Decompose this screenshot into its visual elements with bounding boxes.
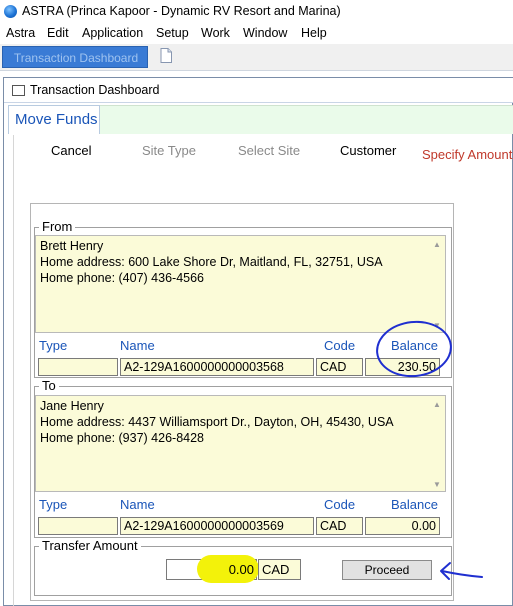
cancel-step-button[interactable]: Cancel bbox=[51, 143, 91, 158]
tab-transaction-dashboard[interactable]: Transaction Dashboard bbox=[2, 46, 148, 68]
step-select-site[interactable]: Select Site bbox=[238, 143, 300, 158]
to-legend: To bbox=[39, 378, 59, 393]
menu-setup[interactable]: Setup bbox=[156, 26, 189, 40]
to-balance-field[interactable]: 0.00 bbox=[365, 517, 440, 535]
app-title: ASTRA (Princa Kapoor - Dynamic RV Resort… bbox=[22, 4, 341, 18]
menu-edit[interactable]: Edit bbox=[47, 26, 69, 40]
document-tab-strip: Transaction Dashboard bbox=[0, 44, 513, 71]
transfer-amount-legend: Transfer Amount bbox=[39, 538, 141, 553]
scroll-up-arrow-icon[interactable]: ▲ bbox=[433, 400, 441, 409]
menu-astra[interactable]: Astra bbox=[6, 26, 35, 40]
panel-border bbox=[13, 135, 14, 606]
from-legend: From bbox=[39, 219, 76, 234]
window-title: Transaction Dashboard bbox=[30, 83, 160, 97]
scroll-up-arrow-icon[interactable]: ▲ bbox=[433, 240, 441, 249]
from-type-field[interactable] bbox=[38, 358, 118, 376]
to-customer-address: Home address: 4437 Williamsport Dr., Day… bbox=[40, 415, 394, 429]
tab-label: Transaction Dashboard bbox=[13, 51, 139, 65]
menu-window[interactable]: Window bbox=[243, 26, 287, 40]
to-code-field[interactable]: CAD bbox=[316, 517, 363, 535]
app-title-bar: ASTRA (Princa Kapoor - Dynamic RV Resort… bbox=[0, 0, 513, 24]
from-account-name-field[interactable]: A2-129A1600000000003568 bbox=[120, 358, 314, 376]
transfer-amount-value: 0.00 bbox=[228, 562, 254, 577]
to-customer-details: Jane Henry Home address: 4437 Williamspo… bbox=[35, 395, 446, 492]
scroll-down-arrow-icon[interactable]: ▼ bbox=[433, 480, 441, 489]
to-name-header: Name bbox=[120, 497, 155, 512]
menu-bar: Astra Edit Application Setup Work Window… bbox=[0, 24, 513, 44]
menu-help[interactable]: Help bbox=[301, 26, 327, 40]
to-balance-header: Balance bbox=[391, 497, 438, 512]
from-customer-name: Brett Henry bbox=[40, 239, 104, 253]
step-specify-amount[interactable]: Specify Amount bbox=[422, 147, 512, 162]
from-type-header: Type bbox=[39, 338, 68, 353]
section-title: Move Funds bbox=[15, 111, 98, 128]
menu-work[interactable]: Work bbox=[201, 26, 230, 40]
from-name-header: Name bbox=[120, 338, 155, 353]
to-account-name-field[interactable]: A2-129A1600000000003569 bbox=[120, 517, 314, 535]
to-type-field[interactable] bbox=[38, 517, 118, 535]
to-customer-name: Jane Henry bbox=[40, 399, 104, 413]
window-icon bbox=[12, 85, 25, 96]
from-customer-phone: Home phone: (407) 436-4566 bbox=[40, 271, 205, 285]
proceed-button[interactable]: Proceed bbox=[342, 560, 432, 580]
transfer-currency-field[interactable]: CAD bbox=[258, 559, 301, 580]
step-customer[interactable]: Customer bbox=[340, 143, 396, 158]
window-title-bar: Transaction Dashboard bbox=[4, 78, 513, 103]
menu-application[interactable]: Application bbox=[82, 26, 143, 40]
step-site-type[interactable]: Site Type bbox=[142, 143, 196, 158]
from-customer-address: Home address: 600 Lake Shore Dr, Maitlan… bbox=[40, 255, 383, 269]
arrow-annotation-icon bbox=[440, 562, 483, 580]
to-code-header: Code bbox=[324, 497, 356, 512]
astra-globe-icon bbox=[4, 5, 17, 18]
to-type-header: Type bbox=[39, 497, 68, 512]
from-code-field[interactable]: CAD bbox=[316, 358, 363, 376]
document-icon[interactable] bbox=[160, 48, 172, 63]
from-customer-details: Brett Henry Home address: 600 Lake Shore… bbox=[35, 235, 446, 333]
from-code-header: Code bbox=[324, 338, 356, 353]
to-customer-phone: Home phone: (937) 426-8428 bbox=[40, 431, 205, 445]
